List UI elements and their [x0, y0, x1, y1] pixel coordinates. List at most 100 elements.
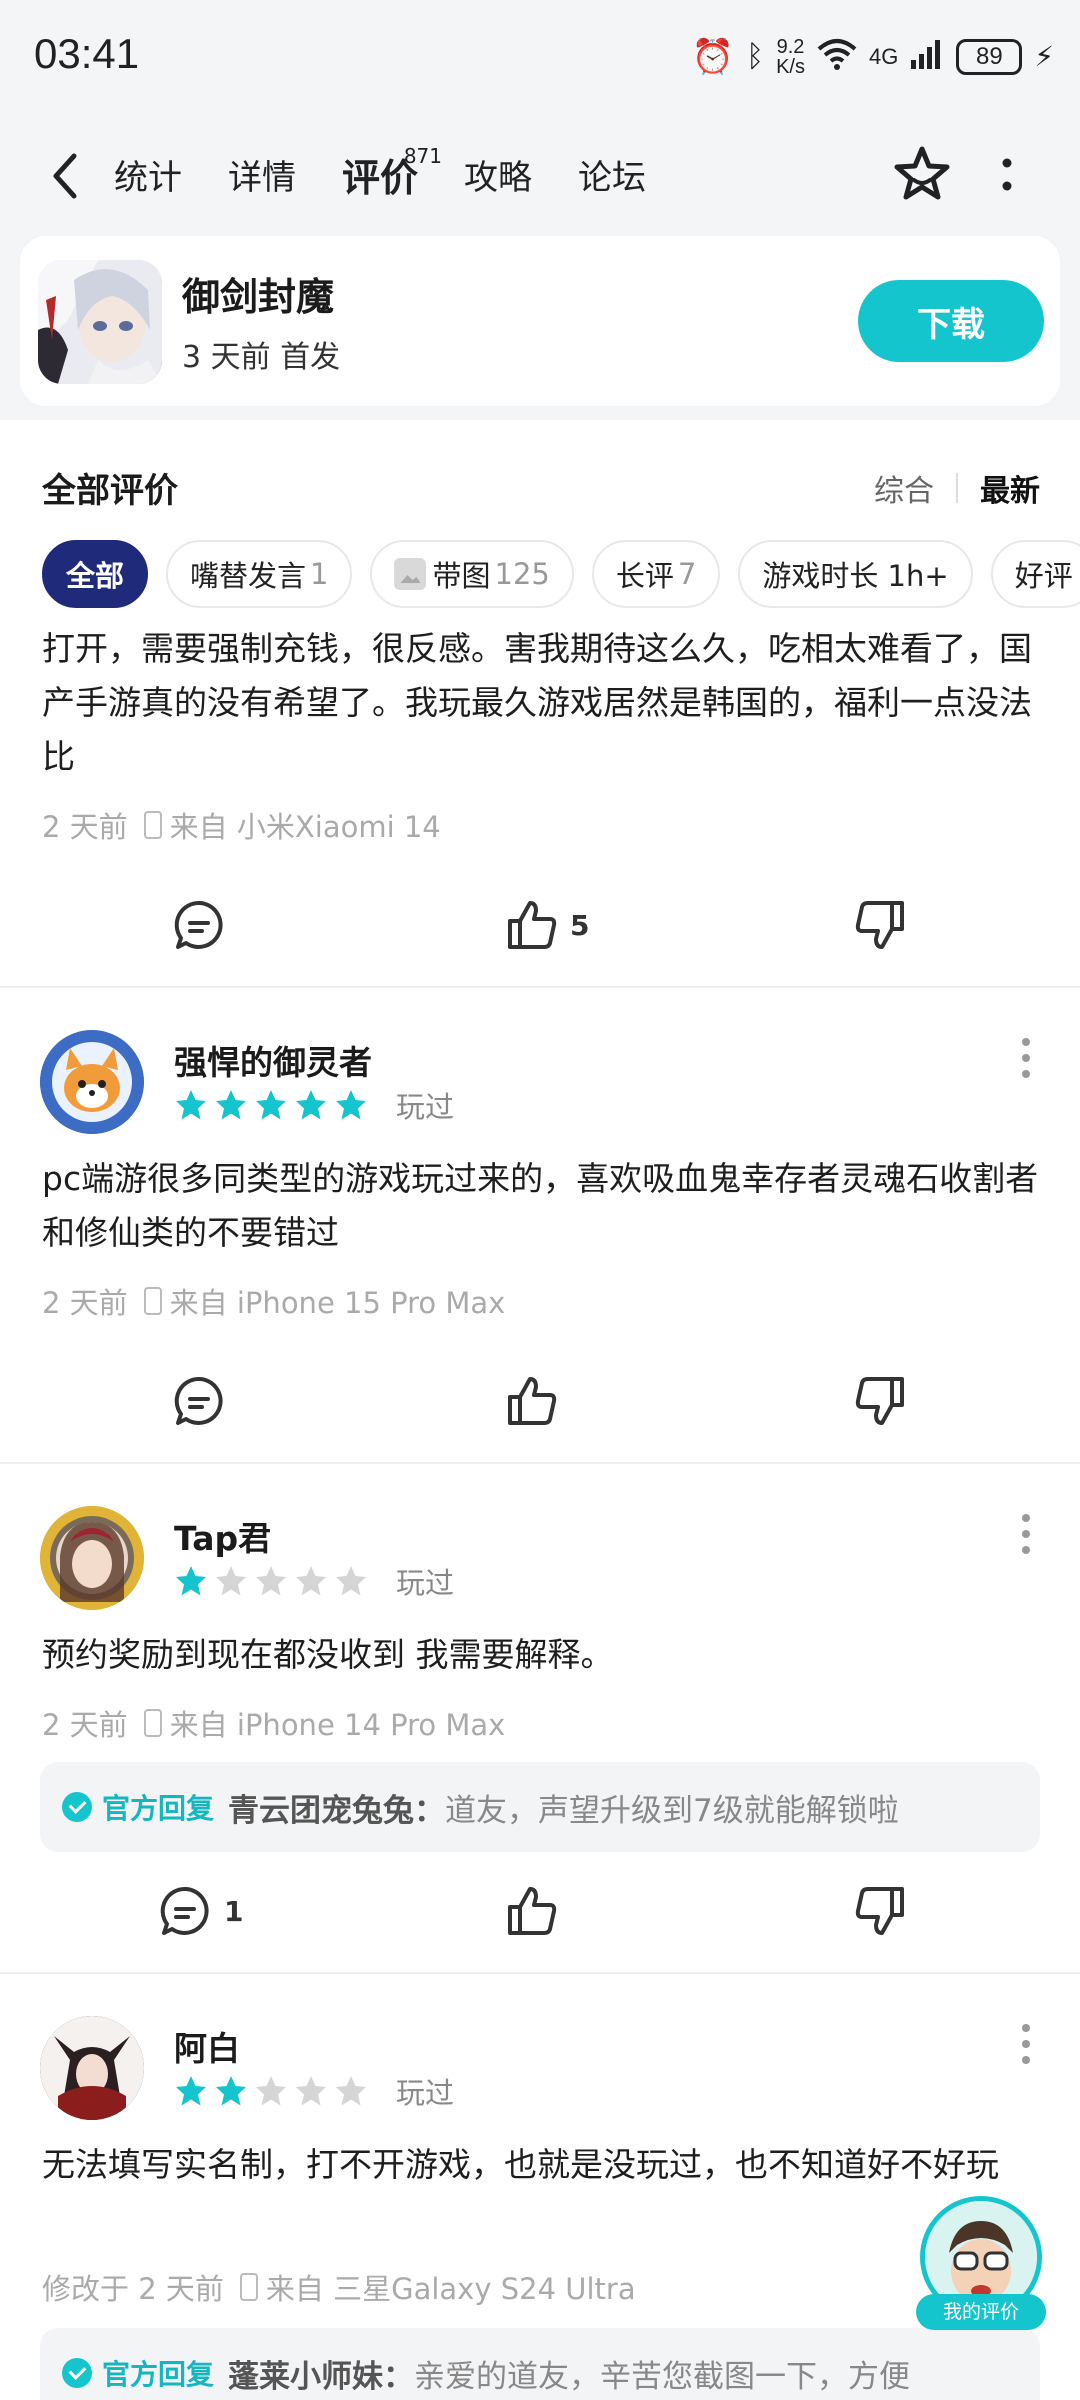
- comment-button[interactable]: 1: [158, 1876, 243, 1946]
- status-time: 03:41: [34, 30, 140, 77]
- filter-chip-all[interactable]: 全部: [42, 540, 149, 608]
- tab-stats[interactable]: 统计: [114, 150, 182, 206]
- reply-message: 亲爱的道友，辛苦您截图一下，方便: [414, 2358, 911, 2395]
- star-icon: [336, 1566, 366, 1596]
- review-actions: 1: [0, 1876, 1080, 1946]
- verified-check-icon: [62, 2358, 92, 2388]
- played-status: 玩过: [396, 1566, 455, 1600]
- sort-latest[interactable]: 最新: [980, 466, 1040, 510]
- tab-guides[interactable]: 攻略: [464, 150, 532, 206]
- star-icon: [296, 1566, 326, 1596]
- filter-chip-positive[interactable]: 好评: [990, 540, 1080, 608]
- download-button[interactable]: 下载: [858, 280, 1044, 362]
- dislike-button[interactable]: [852, 1366, 908, 1436]
- star-icon: [216, 1566, 246, 1596]
- tab-details-label: 详情: [228, 158, 296, 198]
- game-release-info: 3 天前 首发: [182, 340, 341, 375]
- official-reply[interactable]: 官方回复 蓬莱小师妹： 亲爱的道友，辛苦您截图一下，方便: [40, 2328, 1040, 2400]
- star-icon: [216, 2076, 246, 2106]
- review-time: 2 天前: [42, 810, 128, 844]
- review-divider: [0, 1972, 1080, 1974]
- dislike-button[interactable]: [852, 890, 908, 960]
- comment-button[interactable]: [172, 890, 228, 960]
- thumbs-up-icon: [508, 1377, 557, 1425]
- game-title: 御剑封魔: [182, 275, 335, 319]
- all-reviews-title: 全部评价: [42, 471, 178, 511]
- review-meta: 2 天前 来自 iPhone 15 Pro Max: [42, 1280, 505, 1322]
- chip-label: 好评: [1014, 559, 1073, 593]
- filter-chips: 全部 嘴替发言 1 带图 125 长评 7 游戏时长 1h+ 好评: [42, 540, 1080, 610]
- comment-button[interactable]: [172, 1366, 228, 1436]
- filter-chip-with-images[interactable]: 带图 125: [370, 540, 574, 608]
- sort-divider: [956, 473, 958, 503]
- like-button[interactable]: [504, 1876, 560, 1946]
- official-reply-tag: 官方回复: [102, 1792, 215, 1825]
- my-review-label: 我的评价: [916, 2294, 1046, 2330]
- star-icon: [256, 2076, 286, 2106]
- sort-comprehensive[interactable]: 综合: [874, 466, 934, 510]
- review-more-icon[interactable]: [1020, 1512, 1032, 1556]
- review-divider: [0, 1462, 1080, 1464]
- review-meta: 2 天前 来自 iPhone 14 Pro Max: [42, 1702, 505, 1744]
- favorite-star-icon[interactable]: [892, 144, 952, 204]
- phone-icon: [239, 2273, 258, 2301]
- charging-icon: ⚡: [1034, 40, 1054, 73]
- chip-label: 长评: [615, 559, 674, 593]
- thumbs-down-icon: [855, 901, 904, 949]
- back-arrow-icon[interactable]: [44, 148, 90, 204]
- game-card[interactable]: 御剑封魔 3 天前 首发 下载: [20, 236, 1060, 406]
- thumbs-down-icon: [855, 1377, 904, 1425]
- like-button[interactable]: 5: [504, 890, 589, 960]
- dislike-button[interactable]: [852, 1876, 908, 1946]
- thumbs-down-icon: [855, 1887, 904, 1935]
- review-username[interactable]: 阿白: [174, 2022, 240, 2070]
- review-device: 来自 iPhone 15 Pro Max: [169, 1286, 506, 1320]
- rating-stars: 玩过: [174, 1084, 454, 1126]
- review-username[interactable]: Tap君: [174, 1512, 271, 1560]
- review-text: pc端游很多同类型的游戏玩过来的，喜欢吸血鬼幸存者灵魂石收割者和修仙类的不要错过: [42, 1159, 1039, 1252]
- star-icon: [176, 1566, 206, 1596]
- more-options-icon[interactable]: [992, 150, 1022, 200]
- like-button[interactable]: [504, 1366, 560, 1436]
- phone-icon: [143, 1287, 162, 1315]
- review-divider: [0, 986, 1080, 988]
- wifi-icon: [817, 37, 857, 77]
- review-text: 无法填写实名制，打不开游戏，也就是没玩过，也不知道好不好玩: [42, 2145, 999, 2184]
- bluetooth-icon: ᛒ: [746, 39, 765, 74]
- star-icon: [296, 1090, 326, 1120]
- review-time: 修改于 2 天前: [42, 2272, 224, 2306]
- my-review-button[interactable]: 我的评价: [916, 2196, 1046, 2330]
- reply-message: 道友，声望升级到7级就能解锁啦: [445, 1792, 899, 1829]
- image-icon: [394, 558, 427, 590]
- filter-chip-long-review[interactable]: 长评 7: [591, 540, 721, 608]
- review-device: 来自 三星Galaxy S24 Ultra: [265, 2272, 636, 2306]
- game-icon: [38, 260, 162, 384]
- official-reply-tag: 官方回复: [102, 2358, 215, 2391]
- like-count: 5: [570, 908, 590, 942]
- phone-icon: [143, 811, 162, 839]
- alarm-icon: ⏰: [691, 37, 735, 77]
- tab-details[interactable]: 详情: [228, 150, 296, 206]
- filter-chip-playtime[interactable]: 游戏时长 1h+: [738, 540, 973, 608]
- avatar[interactable]: [40, 2016, 144, 2120]
- phone-icon: [143, 1709, 162, 1737]
- battery-indicator: 89: [956, 39, 1023, 75]
- star-icon: [216, 1090, 246, 1120]
- review-username[interactable]: 强悍的御灵者: [174, 1036, 372, 1084]
- chip-label: 带图: [432, 559, 491, 593]
- star-icon: [296, 2076, 326, 2106]
- speed-unit: K/s: [776, 56, 805, 78]
- tab-reviews[interactable]: 评价 871: [342, 144, 442, 206]
- played-status: 玩过: [396, 1090, 455, 1124]
- tab-forum[interactable]: 论坛: [578, 150, 646, 206]
- status-bar: 03:41 ⏰ ᛒ 9.2 K/s 4G 89 ⚡: [0, 0, 1080, 110]
- official-reply[interactable]: 官方回复 青云团宠兔兔： 道友，声望升级到7级就能解锁啦: [40, 1762, 1040, 1852]
- filter-chip-mouthpiece[interactable]: 嘴替发言 1: [166, 540, 353, 608]
- review-more-icon[interactable]: [1020, 1036, 1032, 1080]
- tab-bar: 统计 详情 评价 871 攻略 论坛: [114, 144, 646, 206]
- review-more-icon[interactable]: [1020, 2022, 1032, 2066]
- avatar[interactable]: [40, 1506, 144, 1610]
- avatar[interactable]: [40, 1030, 144, 1134]
- network-type: 4G: [868, 44, 899, 69]
- chip-count: 1: [310, 557, 329, 591]
